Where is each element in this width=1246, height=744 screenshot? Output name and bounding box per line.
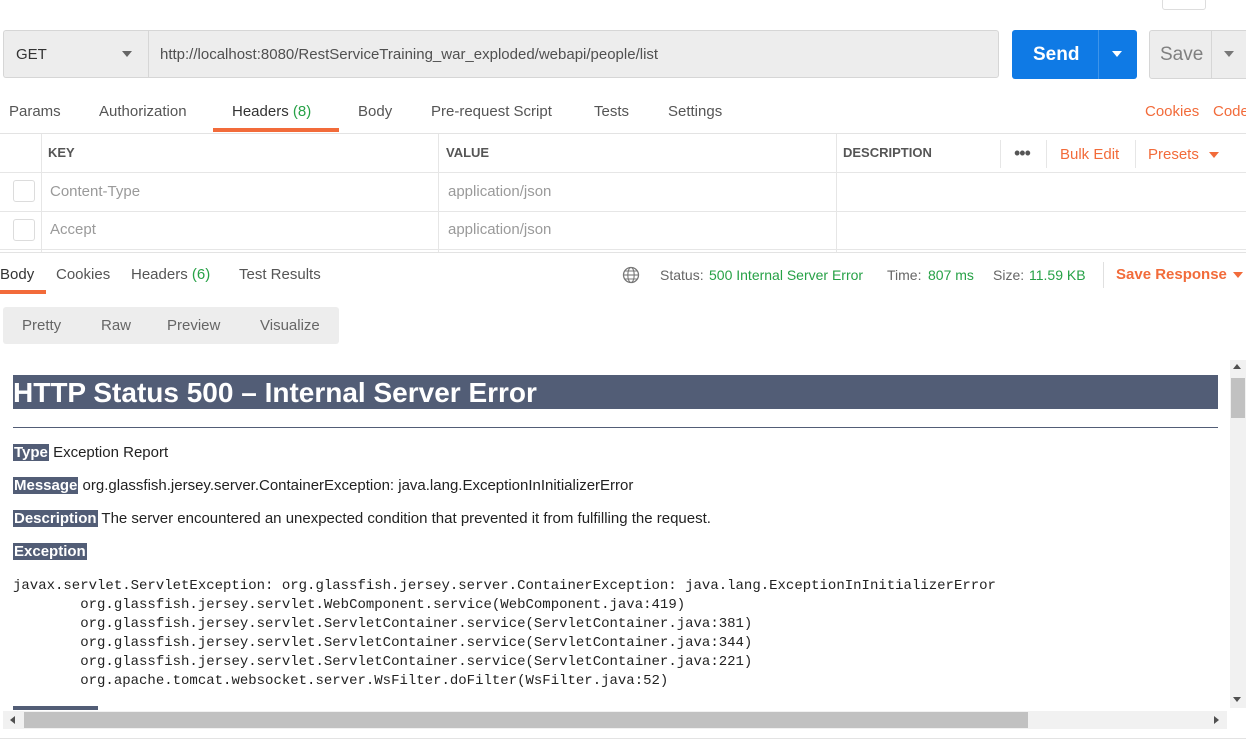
horizontal-scroll-thumb[interactable] (24, 712, 1028, 728)
row-divider (0, 211, 1246, 212)
chevron-down-icon (122, 51, 132, 57)
send-options-chevron-icon[interactable] (1112, 51, 1122, 57)
view-visualize[interactable]: Visualize (260, 317, 320, 334)
tab-prerequest-script[interactable]: Pre-request Script (431, 103, 552, 120)
cookies-link[interactable]: Cookies (1145, 103, 1199, 120)
response-tab-headers[interactable]: Headers (6) (131, 266, 210, 283)
chevron-down-icon (1209, 152, 1219, 158)
row-divider (0, 172, 1246, 173)
tab-params[interactable]: Params (9, 103, 61, 120)
tabs-divider (0, 133, 1246, 134)
column-divider (41, 134, 42, 252)
globe-icon[interactable] (622, 266, 640, 284)
response-tab-cookies[interactable]: Cookies (56, 266, 110, 283)
row-divider (0, 249, 1246, 250)
header-key-cell[interactable]: Accept (50, 221, 96, 238)
row-checkbox[interactable] (13, 180, 35, 202)
tab-headers-label: Headers (232, 103, 289, 120)
column-header-value: VALUE (446, 145, 490, 160)
code-link[interactable]: Code (1213, 103, 1246, 120)
url-text: http://localhost:8080/RestServiceTrainin… (160, 46, 659, 63)
vertical-scroll-thumb[interactable] (1231, 378, 1245, 418)
description-line: Description The server encountered an un… (13, 510, 711, 527)
column-header-key: KEY (48, 145, 75, 160)
description-label: Description (13, 510, 98, 527)
active-response-tab-indicator (0, 290, 46, 294)
column-divider (438, 134, 439, 252)
response-tab-headers-label: Headers (131, 266, 188, 283)
active-tab-indicator (213, 128, 339, 132)
description-value: The server encountered an unexpected con… (97, 510, 711, 527)
horizontal-rule (13, 427, 1218, 428)
tab-authorization[interactable]: Authorization (99, 103, 187, 120)
response-divider (0, 252, 1246, 253)
tab-headers[interactable]: Headers (8) (232, 103, 311, 120)
type-label: Type (13, 444, 49, 461)
message-label: Message (13, 477, 79, 494)
exception-label: Exception (13, 543, 87, 560)
size-label: Size: (993, 267, 1025, 283)
type-line: Type Exception Report (13, 444, 168, 461)
header-key-cell[interactable]: Content-Type (50, 183, 140, 200)
tab-tests[interactable]: Tests (594, 103, 629, 120)
view-preview[interactable]: Preview (167, 317, 220, 334)
send-label: Send (1033, 44, 1080, 65)
scroll-left-arrow-icon[interactable] (10, 716, 15, 724)
column-divider (1046, 140, 1047, 168)
send-divider (1098, 30, 1099, 79)
save-response-button[interactable]: Save Response (1116, 266, 1227, 283)
scroll-right-arrow-icon[interactable] (1214, 716, 1219, 724)
type-value: Exception Report (48, 444, 169, 461)
bulk-edit-link[interactable]: Bulk Edit (1060, 146, 1119, 163)
save-divider (1211, 30, 1212, 79)
view-raw[interactable]: Raw (101, 317, 131, 334)
tab-headers-count: (8) (292, 103, 312, 120)
column-divider (1000, 140, 1001, 168)
window-control-stub (1162, 0, 1206, 10)
save-label: Save (1160, 44, 1204, 65)
scroll-down-arrow-icon[interactable] (1233, 697, 1241, 702)
column-divider (836, 134, 837, 252)
tab-body[interactable]: Body (358, 103, 392, 120)
tab-settings[interactable]: Settings (668, 103, 722, 120)
size-value[interactable]: 11.59 KB (1029, 267, 1086, 283)
message-line: Message org.glassfish.jersey.server.Cont… (13, 477, 633, 494)
header-value-cell[interactable]: application/json (448, 183, 551, 200)
next-section-label-partial (13, 706, 98, 710)
more-options-icon[interactable]: ••• (1014, 143, 1031, 164)
column-divider (1135, 140, 1136, 168)
save-options-chevron-icon[interactable] (1224, 51, 1234, 57)
presets-link[interactable]: Presets (1148, 146, 1199, 163)
stack-trace: javax.servlet.ServletException: org.glas… (13, 578, 996, 689)
time-value[interactable]: 807 ms (928, 267, 974, 283)
exception-line: Exception (13, 543, 87, 560)
header-value-cell[interactable]: application/json (448, 221, 551, 238)
status-divider (1103, 262, 1104, 288)
scroll-up-arrow-icon[interactable] (1233, 364, 1241, 369)
status-label: Status: (660, 267, 704, 283)
bottom-divider (0, 738, 1246, 739)
column-header-description: DESCRIPTION (843, 145, 932, 160)
message-value: org.glassfish.jersey.server.ContainerExc… (78, 477, 634, 494)
response-tab-test-results[interactable]: Test Results (239, 266, 321, 283)
response-tab-headers-count: (6) (191, 266, 211, 283)
time-label: Time: (887, 267, 922, 283)
error-title: HTTP Status 500 – Internal Server Error (13, 377, 537, 408)
response-tab-body[interactable]: Body (0, 266, 34, 283)
status-value[interactable]: 500 Internal Server Error (709, 267, 863, 283)
view-pretty[interactable]: Pretty (22, 317, 61, 334)
row-checkbox[interactable] (13, 219, 35, 241)
method-label: GET (16, 46, 47, 63)
chevron-down-icon[interactable] (1233, 272, 1243, 278)
